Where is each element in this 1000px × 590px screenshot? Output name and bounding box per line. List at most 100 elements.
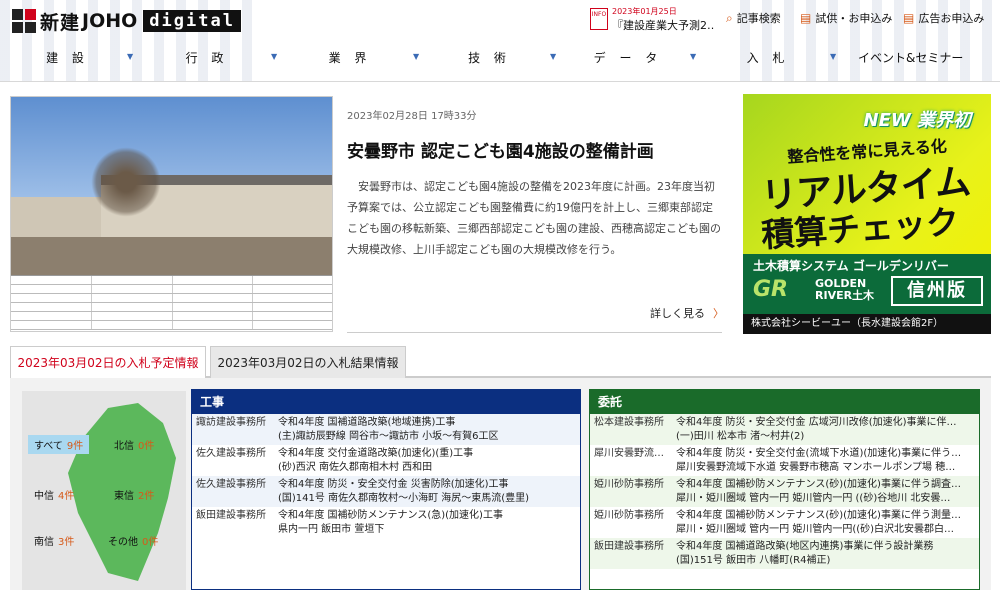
info-text[interactable]: 『建設産業大予測2…: [612, 17, 715, 33]
list-item[interactable]: 松本建設事務所 令和4年度 防災・安全交付金 広域河川改修(加速化)事業に伴… (一…: [590, 414, 979, 445]
article-search-label: 記事検索: [736, 12, 781, 25]
list-item[interactable]: 佐久建設事務所 令和4年度 交付金道路改築(加速化)(重)工事 (砂)西沢 南佐久郡…: [192, 445, 580, 476]
site-logo[interactable]: 新建 JOHO digital: [12, 8, 241, 34]
region-chushin-count: 4件: [58, 491, 75, 502]
logo-jp: 新建: [40, 11, 81, 34]
nav-construction-label: 建 設: [46, 50, 89, 65]
article-title[interactable]: 安曇野市 認定こども園4施設の整備計画: [347, 137, 654, 162]
list-item-title: 令和4年度 国補砂防メンテナンス(砂)(加速化)事業に伴う調査…: [676, 479, 961, 490]
region-toshin[interactable]: 東信 2件: [114, 487, 154, 502]
ad-product-name: GOLDEN RIVER土木: [815, 277, 875, 302]
chevron-down-icon: ▼: [127, 52, 134, 61]
list-item-title: 令和4年度 国補道路改築(地区内連携)事業に伴う設計業務: [676, 541, 934, 552]
info-news[interactable]: INFO 2023年01月25日 『建設産業大予測2…: [590, 6, 715, 32]
nav-data-label: デ ー タ: [593, 50, 663, 65]
region-nanshin[interactable]: 南信 3件: [34, 533, 74, 548]
article-divider: [347, 332, 722, 333]
list-item[interactable]: 犀川安曇野流… 令和4年度 防災・安全交付金(流域下水道)(加速化)事業に伴う… 犀…: [590, 445, 979, 476]
image-table: [11, 275, 332, 331]
nav-data[interactable]: デ ー タ ▼: [558, 45, 698, 69]
tab-bid-results[interactable]: 2023年03月02日の入札結果情報: [210, 346, 406, 378]
chevron-down-icon: ▼: [830, 52, 837, 61]
region-other[interactable]: その他 0件: [108, 533, 158, 548]
ad-gr-logo: GR: [753, 277, 788, 302]
nav-technology-label: 技 術: [468, 50, 511, 65]
consulting-list-title: 委託: [590, 390, 979, 414]
list-item-title: 令和4年度 防災・安全交付金 災害防除(加速化)工事: [278, 479, 509, 490]
chevron-right-icon: 〉: [713, 307, 724, 320]
list-item-org: 佐久建設事務所: [196, 479, 266, 490]
list-item-org: 姫川砂防事務所: [594, 510, 664, 521]
image-building-left: [11, 197, 111, 237]
nav-bidding[interactable]: 入 札 ▼: [698, 45, 838, 69]
image-ground: [11, 237, 332, 275]
region-nanshin-label: 南信: [34, 537, 54, 548]
main-nav: 建 設 ▼ 行 政 ▼ 業 界 ▼ 技 術 ▼ デ ー タ ▼ 入 札 ▼ イベント&セミナ…: [0, 45, 1000, 69]
list-item-title: 令和4年度 防災・安全交付金 広域河川改修(加速化)事業に伴…: [676, 417, 957, 428]
bid-tabs: 2023年03月02日の入札予定情報 2023年03月02日の入札結果情報: [10, 346, 991, 378]
list-item[interactable]: 諏訪建設事務所 令和4年度 国補道路改築(地域連携)工事 (主)諏訪辰野線 岡谷市～…: [192, 414, 580, 445]
list-item-org: 犀川安曇野流…: [594, 448, 664, 459]
ad-badge: NEW 業界初: [863, 110, 971, 131]
list-item-location: 犀川・姫川圏域 管内一円 姫川管内一円((砂)白沢北安曇郡白…: [676, 524, 955, 535]
nav-government[interactable]: 行 政 ▼: [135, 45, 279, 69]
list-item-org: 諏訪建設事務所: [196, 417, 266, 428]
list-item-location: (一)田川 松本市 渚～村井(2): [676, 431, 805, 442]
nav-industry[interactable]: 業 界 ▼: [279, 45, 421, 69]
article-image[interactable]: [10, 96, 333, 332]
read-more-label: 詳しく見る: [650, 307, 705, 320]
region-other-label: その他: [108, 537, 138, 548]
ad-signup-button[interactable]: ▤ 広告お申込み: [903, 8, 984, 28]
construction-list-title: 工事: [192, 390, 580, 414]
list-item-location: (国)141号 南佐久郡南牧村～小海町 海尻～東馬流(豊里): [278, 493, 530, 504]
list-item[interactable]: 佐久建設事務所 令和4年度 防災・安全交付金 災害防除(加速化)工事 (国)141号…: [192, 476, 580, 507]
tab-bid-schedule[interactable]: 2023年03月02日の入札予定情報: [10, 346, 206, 378]
region-chushin-label: 中信: [34, 491, 54, 502]
site-header: 新建 JOHO digital INFO 2023年01月25日 『建設産業大予…: [0, 0, 1000, 82]
region-all-label: すべて: [34, 441, 63, 452]
document-icon: ▤: [800, 11, 812, 25]
region-map: すべて 9件 北信 0件 中信 4件 東信 2件 南信 3件 その他 0件: [22, 391, 186, 590]
region-hokushin[interactable]: 北信 0件: [114, 437, 154, 452]
nav-construction[interactable]: 建 設 ▼: [0, 45, 135, 69]
article-body: 安曇野市は、認定こども園4施設の整備を2023年度に計画。23年度当初予算案では…: [347, 180, 721, 256]
list-item[interactable]: 姫川砂防事務所 令和4年度 国補砂防メンテナンス(砂)(加速化)事業に伴う調査… 犀…: [590, 476, 979, 507]
region-hokushin-label: 北信: [114, 441, 134, 452]
list-item-org: 佐久建設事務所: [196, 448, 266, 459]
list-item-location: 犀川・姫川圏域 管内一円 姫川管内一円 ((砂)谷地川 北安曇…: [676, 493, 951, 504]
logo-mark-icon: [12, 9, 36, 33]
list-item[interactable]: 飯田建設事務所 令和4年度 国補道路改築(地区内連携)事業に伴う設計業務 (国)15…: [590, 538, 979, 569]
read-more-link[interactable]: 詳しく見る〉: [650, 305, 724, 321]
logo-en: JOHO: [82, 10, 138, 32]
image-tree: [91, 147, 161, 217]
list-item-location: 県内一円 飯田市 萱垣下: [278, 524, 385, 535]
list-item-title: 令和4年度 国補砂防メンテナンス(砂)(加速化)事業に伴う測量…: [676, 510, 961, 521]
list-item-org: 姫川砂防事務所: [594, 479, 664, 490]
list-item[interactable]: 飯田建設事務所 令和4年度 国補砂防メンテナンス(急)(加速化)工事 県内一円 飯田…: [192, 507, 580, 538]
ad-edition: 信州版: [891, 276, 983, 306]
list-item-title: 令和4年度 国補砂防メンテナンス(急)(加速化)工事: [278, 510, 503, 521]
region-chushin[interactable]: 中信 4件: [34, 487, 74, 502]
list-item[interactable]: 姫川砂防事務所 令和4年度 国補砂防メンテナンス(砂)(加速化)事業に伴う測量… 犀…: [590, 507, 979, 538]
article-search-button[interactable]: ⌕ 記事検索: [726, 8, 781, 28]
chevron-down-icon: ▼: [271, 52, 278, 61]
advertisement-banner[interactable]: NEW 業界初 整合性を常に見える化 リアルタイム 積算チェック 土木積算システ…: [743, 94, 991, 334]
construction-list: 工事 諏訪建設事務所 令和4年度 国補道路改築(地域連携)工事 (主)諏訪辰野線 岡…: [191, 389, 581, 590]
list-item-location: (砂)西沢 南佐久郡南相木村 西和田: [278, 462, 433, 473]
chevron-down-icon: ▼: [550, 52, 557, 61]
list-item-org: 松本建設事務所: [594, 417, 664, 428]
nav-events-label: イベント&セミナー: [858, 50, 964, 65]
nav-events[interactable]: イベント&セミナー: [858, 45, 1000, 69]
document-icon: ▤: [903, 11, 915, 25]
nav-technology[interactable]: 技 術 ▼: [421, 45, 558, 69]
region-toshin-count: 2件: [138, 491, 155, 502]
region-hokushin-count: 0件: [138, 441, 155, 452]
logo-digital: digital: [143, 10, 241, 32]
ad-system-name: 土木積算システム ゴールデンリバー: [753, 259, 949, 273]
ad-company: 株式会社シービーユー（長水建設会館2F）: [743, 314, 991, 334]
chevron-down-icon: ▼: [690, 52, 697, 61]
search-icon: ⌕: [726, 10, 733, 25]
info-tag: INFO: [590, 8, 608, 30]
region-all[interactable]: すべて 9件: [28, 435, 90, 454]
trial-signup-button[interactable]: ▤ 試供・お申込み: [800, 8, 892, 28]
